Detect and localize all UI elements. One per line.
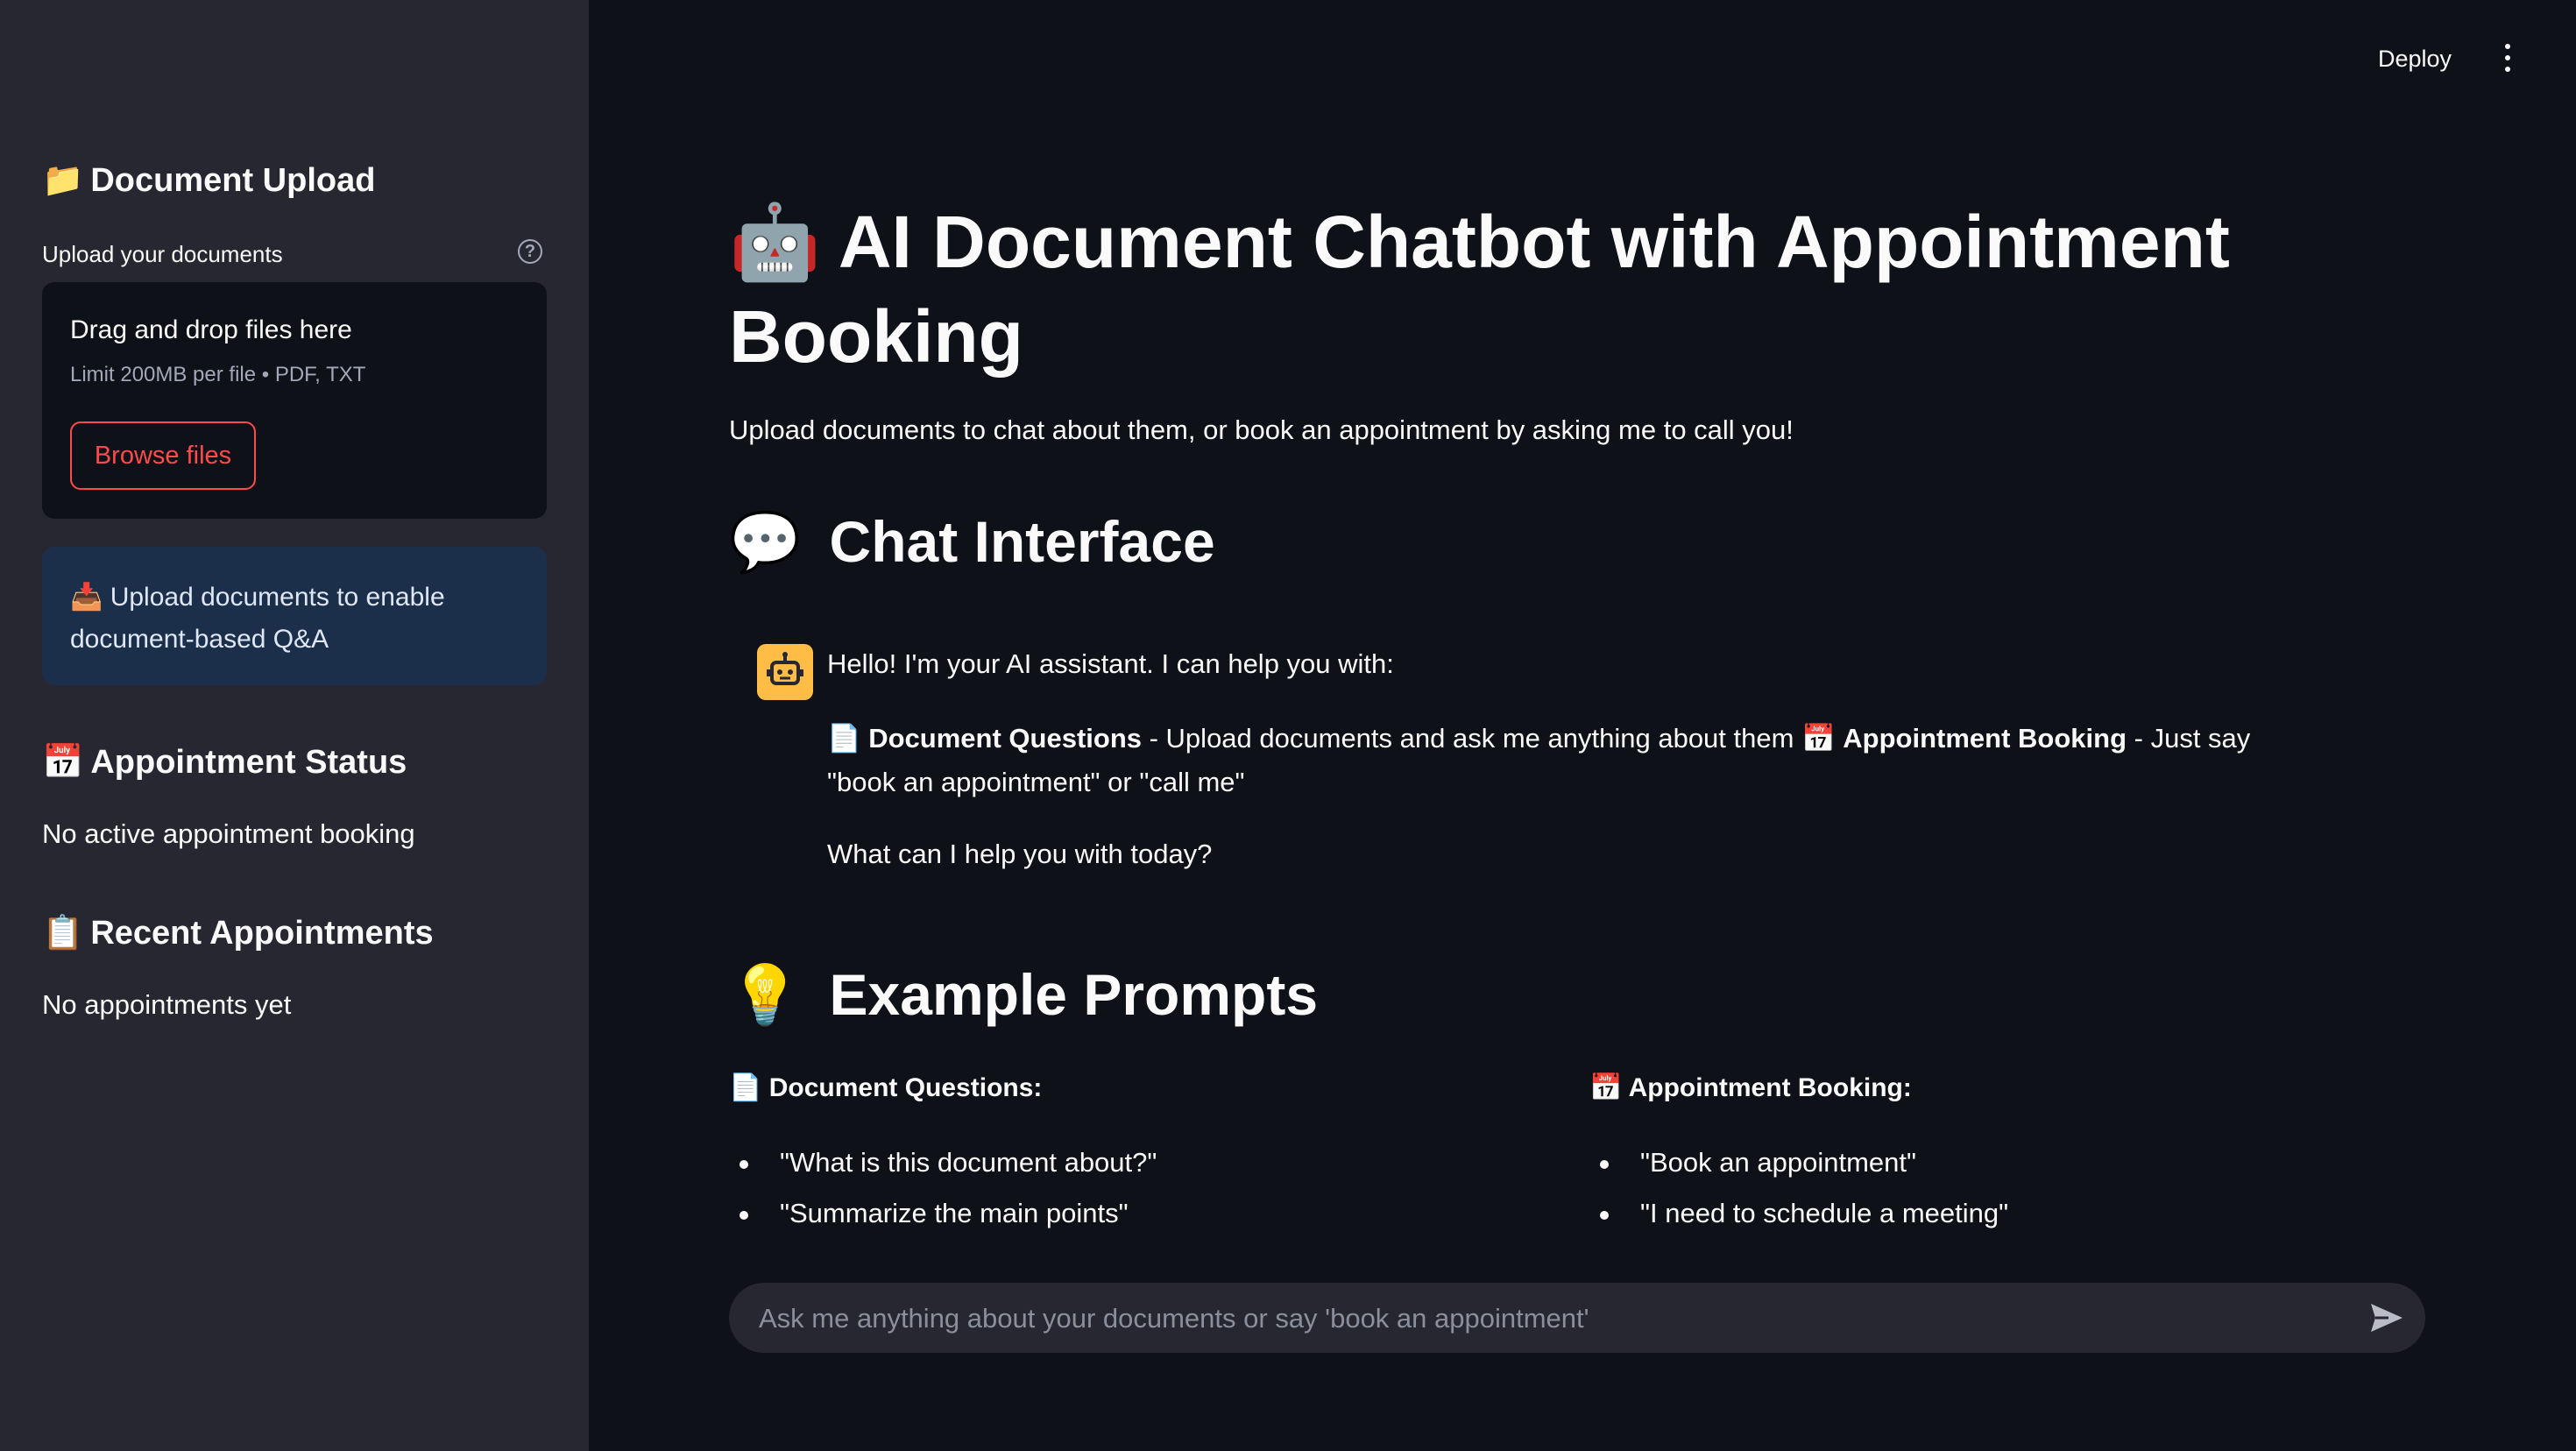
appointment-booking-heading-text: Appointment Booking: bbox=[1628, 1073, 1912, 1102]
chat-input-container bbox=[729, 1283, 2425, 1355]
document-questions-heading-text: Document Questions: bbox=[768, 1073, 1043, 1102]
file-dropzone[interactable]: Drag and drop files here Limit 200MB per… bbox=[42, 282, 547, 519]
appointment-booking-label: Appointment Booking bbox=[1843, 723, 2127, 754]
calendar-icon: 📅 bbox=[1589, 1073, 1623, 1102]
document-questions-list: "What is this document about?" "Summariz… bbox=[729, 1137, 1157, 1239]
folder-icon: 📁 bbox=[42, 162, 84, 199]
inbox-tray-icon: 📥 bbox=[70, 583, 103, 612]
upload-info-alert: 📥 Upload documents to enable document-ba… bbox=[42, 547, 547, 685]
dropzone-limit: Limit 200MB per file • PDF, TXT bbox=[70, 363, 366, 386]
browse-files-button[interactable]: Browse files bbox=[70, 421, 256, 490]
recent-appointments-heading-text: Recent Appointments bbox=[90, 914, 434, 952]
help-icon[interactable]: ? bbox=[518, 239, 542, 264]
appointment-booking-heading: 📅 Appointment Booking: bbox=[1589, 1072, 1912, 1103]
clipboard-icon: 📋 bbox=[42, 915, 84, 952]
dropzone-title: Drag and drop files here bbox=[70, 315, 352, 344]
recent-appointments-text: No appointments yet bbox=[42, 989, 292, 1020]
upload-info-text: Upload documents to enable document-base… bbox=[70, 583, 445, 654]
document-questions-label: Document Questions bbox=[868, 723, 1142, 754]
sidebar: 📁 Document Upload Upload your documents … bbox=[0, 0, 589, 1451]
kebab-menu-icon[interactable] bbox=[2499, 44, 2516, 72]
chat-interface-heading: 💬 Chat Interface bbox=[729, 508, 1215, 577]
appointment-status-heading-text: Appointment Status bbox=[90, 743, 407, 781]
calendar-icon: 📅 bbox=[1801, 723, 1836, 754]
example-prompts-heading-text: Example Prompts bbox=[829, 962, 1319, 1027]
assistant-bot-icon bbox=[757, 644, 813, 700]
deploy-button[interactable]: Deploy bbox=[2369, 37, 2460, 81]
send-arrow-icon[interactable] bbox=[2367, 1300, 2406, 1335]
scroll-fade bbox=[589, 1251, 2576, 1286]
list-item: "Summarize the main points" bbox=[729, 1188, 1157, 1239]
document-icon: 📄 bbox=[729, 1073, 762, 1102]
robot-icon: 🤖 bbox=[729, 201, 821, 283]
light-bulb-icon: 💡 bbox=[729, 962, 802, 1027]
appointment-booking-list: "Book an appointment" "I need to schedul… bbox=[1589, 1137, 2008, 1239]
example-prompts-heading: 💡 Example Prompts bbox=[729, 961, 1318, 1030]
assistant-closing: What can I help you with today? bbox=[827, 839, 1213, 869]
list-item: "What is this document about?" bbox=[729, 1137, 1157, 1188]
recent-appointments-heading: 📋 Recent Appointments bbox=[42, 914, 434, 952]
assistant-greeting: Hello! I'm your AI assistant. I can help… bbox=[827, 648, 1394, 679]
page-title-text: AI Document Chatbot with Appointment Boo… bbox=[729, 201, 2230, 378]
chat-input[interactable] bbox=[757, 1283, 2355, 1355]
chat-interface-heading-text: Chat Interface bbox=[829, 509, 1215, 574]
document-questions-text: - Upload documents and ask me anything a… bbox=[1142, 723, 1802, 754]
appointment-status-text: No active appointment booking bbox=[42, 818, 415, 849]
file-uploader-label: Upload your documents bbox=[42, 241, 283, 267]
page-subtitle: Upload documents to chat about them, or … bbox=[729, 414, 1794, 445]
list-item: "I need to schedule a meeting" bbox=[1589, 1188, 2008, 1239]
document-upload-heading-text: Document Upload bbox=[90, 161, 376, 199]
list-item: "Book an appointment" bbox=[1589, 1137, 2008, 1188]
assistant-capabilities: 📄 Document Questions - Upload documents … bbox=[827, 717, 2299, 804]
document-upload-heading: 📁 Document Upload bbox=[42, 161, 375, 200]
page-title: 🤖 AI Document Chatbot with Appointment B… bbox=[729, 195, 2394, 384]
document-questions-heading: 📄 Document Questions: bbox=[729, 1072, 1042, 1103]
document-icon: 📄 bbox=[827, 723, 861, 754]
speech-bubble-icon: 💬 bbox=[729, 509, 802, 574]
appointment-status-heading: 📅 Appointment Status bbox=[42, 743, 407, 782]
calendar-icon: 📅 bbox=[42, 744, 84, 781]
